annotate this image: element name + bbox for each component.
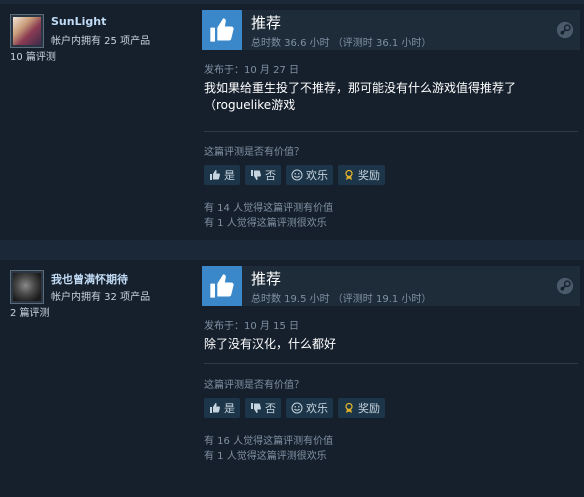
divider <box>204 131 578 132</box>
smiley-icon <box>291 402 303 414</box>
thumbs-up-icon <box>202 10 242 50</box>
vote-buttons: 是 否 欢乐 奖励 <box>204 165 385 185</box>
steam-icon <box>556 277 574 295</box>
helpful-question: 这篇评测是否有价值？ <box>204 380 304 391</box>
vote-buttons: 是 否 欢乐 奖励 <box>204 398 385 418</box>
award-button[interactable]: 奖励 <box>338 165 385 185</box>
avatar[interactable] <box>10 270 44 304</box>
vote-no-label: 否 <box>265 169 276 182</box>
vote-yes-button[interactable]: 是 <box>204 165 240 185</box>
posted-date: 发布于：10 月 27 日 <box>204 65 299 76</box>
avatar[interactable] <box>10 14 44 48</box>
author-name[interactable]: 我也曾满怀期待 <box>51 271 128 287</box>
vote-funny-label: 欢乐 <box>306 402 328 415</box>
helpful-question: 这篇评测是否有价值？ <box>204 147 304 158</box>
helpful-count: 有 14 人觉得这篇评测有价值 <box>204 203 334 214</box>
review-card: SunLight 帐户内拥有 25 项产品 10 篇评测 推荐 总时数 36.6… <box>0 4 584 240</box>
posted-date: 发布于：10 月 15 日 <box>204 321 299 332</box>
review-text: 除了没有汉化，什么都好 <box>204 336 576 353</box>
vote-no-label: 否 <box>265 402 276 415</box>
vote-no-button[interactable]: 否 <box>245 398 281 418</box>
games-owned[interactable]: 帐户内拥有 25 项产品 <box>51 32 150 47</box>
verdict-title: 推荐 <box>251 14 282 32</box>
vote-funny-label: 欢乐 <box>306 169 328 182</box>
vote-yes-button[interactable]: 是 <box>204 398 240 418</box>
thumbs-up-icon <box>202 266 242 306</box>
review-text-line: （roguelike游戏 <box>204 98 296 112</box>
award-ribbon-icon <box>345 169 353 180</box>
award-label: 奖励 <box>358 402 380 415</box>
thumbs-up-small-icon <box>210 403 220 413</box>
verdict-title: 推荐 <box>251 270 282 288</box>
thumbs-down-icon <box>251 170 261 180</box>
vote-funny-button[interactable]: 欢乐 <box>286 398 333 418</box>
funny-count: 有 1 人觉得这篇评测很欢乐 <box>204 451 327 462</box>
award-label: 奖励 <box>358 169 380 182</box>
steam-icon <box>556 21 574 39</box>
thumbs-down-icon <box>251 403 261 413</box>
helpful-count: 有 16 人觉得这篇评测有价值 <box>204 436 334 447</box>
review-text-line: 除了没有汉化，什么都好 <box>204 337 337 351</box>
review-text-line: 我如果给重生投了不推荐，那可能没有什么游戏值得推荐了 <box>204 81 517 95</box>
games-owned[interactable]: 帐户内拥有 32 项产品 <box>51 288 150 303</box>
vote-yes-label: 是 <box>224 402 235 415</box>
playtime: 总时数 19.5 小时 （评测时 19.1 小时） <box>251 294 432 305</box>
review-card: 我也曾满怀期待 帐户内拥有 32 项产品 2 篇评测 推荐 总时数 19.5 小… <box>0 260 584 497</box>
playtime: 总时数 36.6 小时 （评测时 36.1 小时） <box>251 38 432 49</box>
vote-funny-button[interactable]: 欢乐 <box>286 165 333 185</box>
smiley-icon <box>291 169 303 181</box>
review-text: 我如果给重生投了不推荐，那可能没有什么游戏值得推荐了 （roguelike游戏 <box>204 80 576 114</box>
award-ribbon-icon <box>345 402 353 413</box>
vote-header[interactable]: 推荐 总时数 36.6 小时 （评测时 36.1 小时） <box>202 10 580 50</box>
review-count[interactable]: 10 篇评测 <box>10 48 56 63</box>
author-name[interactable]: SunLight <box>51 15 106 28</box>
review-count[interactable]: 2 篇评测 <box>10 304 50 319</box>
divider <box>204 363 578 364</box>
vote-no-button[interactable]: 否 <box>245 165 281 185</box>
vote-header[interactable]: 推荐 总时数 19.5 小时 （评测时 19.1 小时） <box>202 266 580 306</box>
thumbs-up-small-icon <box>210 170 220 180</box>
vote-yes-label: 是 <box>224 169 235 182</box>
award-button[interactable]: 奖励 <box>338 398 385 418</box>
funny-count: 有 1 人觉得这篇评测很欢乐 <box>204 218 327 229</box>
